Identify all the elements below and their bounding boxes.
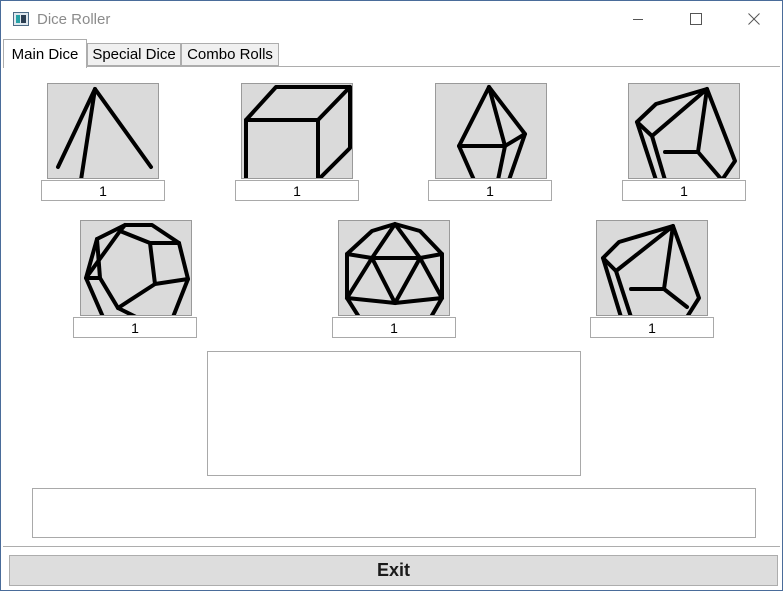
d20-value: 1: [332, 317, 456, 338]
tab-special-dice[interactable]: Special Dice: [87, 43, 181, 66]
d10-value: 1: [622, 180, 746, 201]
minimize-icon: [633, 19, 643, 20]
d100-button[interactable]: [596, 220, 708, 316]
roll-total-box[interactable]: [32, 488, 756, 538]
window-title: Dice Roller: [37, 11, 111, 28]
d4-button[interactable]: [47, 83, 159, 179]
d12-value: 1: [73, 317, 197, 338]
d4-value: 1: [41, 180, 165, 201]
tab-main-dice[interactable]: Main Dice: [3, 39, 87, 68]
exit-button[interactable]: Exit: [9, 555, 778, 586]
d10-button[interactable]: [628, 83, 740, 179]
d10-icon: [635, 87, 737, 178]
tab-strip: Main Dice Special Dice Combo Rolls: [1, 39, 782, 69]
close-button[interactable]: [731, 1, 777, 37]
dice-roller-window: Dice Roller Main Dice Special Dice Combo…: [0, 0, 783, 591]
d8-value: 1: [428, 180, 552, 201]
d100-icon: [601, 224, 701, 315]
d8-icon: [457, 85, 527, 178]
title-bar: Dice Roller: [1, 1, 782, 37]
d100-value: 1: [590, 317, 714, 338]
d20-icon: [345, 222, 444, 315]
d6-value: 1: [235, 180, 359, 201]
roll-results-box[interactable]: [207, 351, 581, 476]
app-icon: [13, 12, 29, 26]
tab-combo-rolls[interactable]: Combo Rolls: [181, 43, 279, 66]
tab-divider: [3, 66, 780, 67]
maximize-icon: [690, 13, 702, 25]
d4-icon: [56, 87, 153, 178]
d20-button[interactable]: [338, 220, 450, 316]
d6-button[interactable]: [241, 83, 353, 179]
close-icon: [748, 13, 760, 25]
d12-icon: [84, 223, 190, 315]
maximize-button[interactable]: [673, 1, 719, 37]
d6-icon: [244, 85, 352, 178]
d8-button[interactable]: [435, 83, 547, 179]
minimize-button[interactable]: [615, 1, 661, 37]
d12-button[interactable]: [80, 220, 192, 316]
footer-divider: [3, 546, 780, 547]
